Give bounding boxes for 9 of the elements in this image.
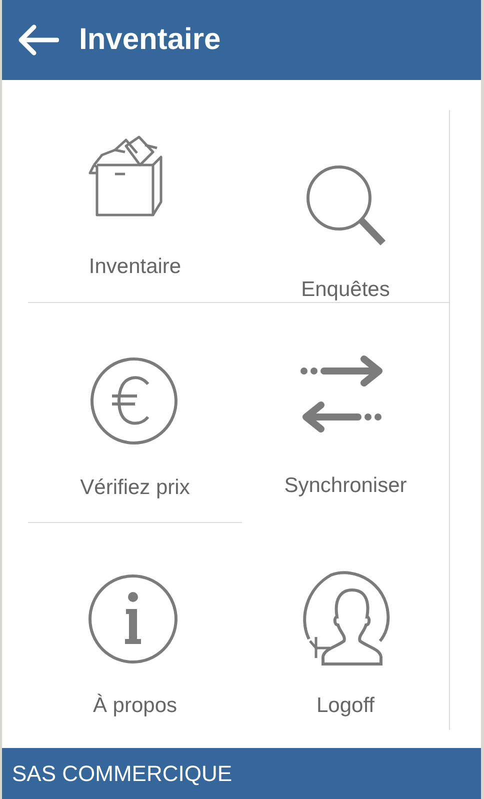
menu-tile-label[interactable]: Vérifiez prix [80, 476, 190, 500]
menu-tile-label[interactable]: Inventaire [88, 255, 182, 279]
company-name: SAS COMMERCIQUE [12, 760, 232, 786]
menu-tile-label[interactable]: Enquêtes [301, 278, 390, 302]
back-arrow-icon [17, 24, 59, 56]
menu-tile-label[interactable]: Logoff [316, 694, 374, 718]
screen-title: Inventaire [79, 23, 221, 57]
menu-tile-label[interactable]: À propos [92, 694, 178, 718]
menu-tile-label[interactable]: Synchroniser [284, 474, 407, 498]
